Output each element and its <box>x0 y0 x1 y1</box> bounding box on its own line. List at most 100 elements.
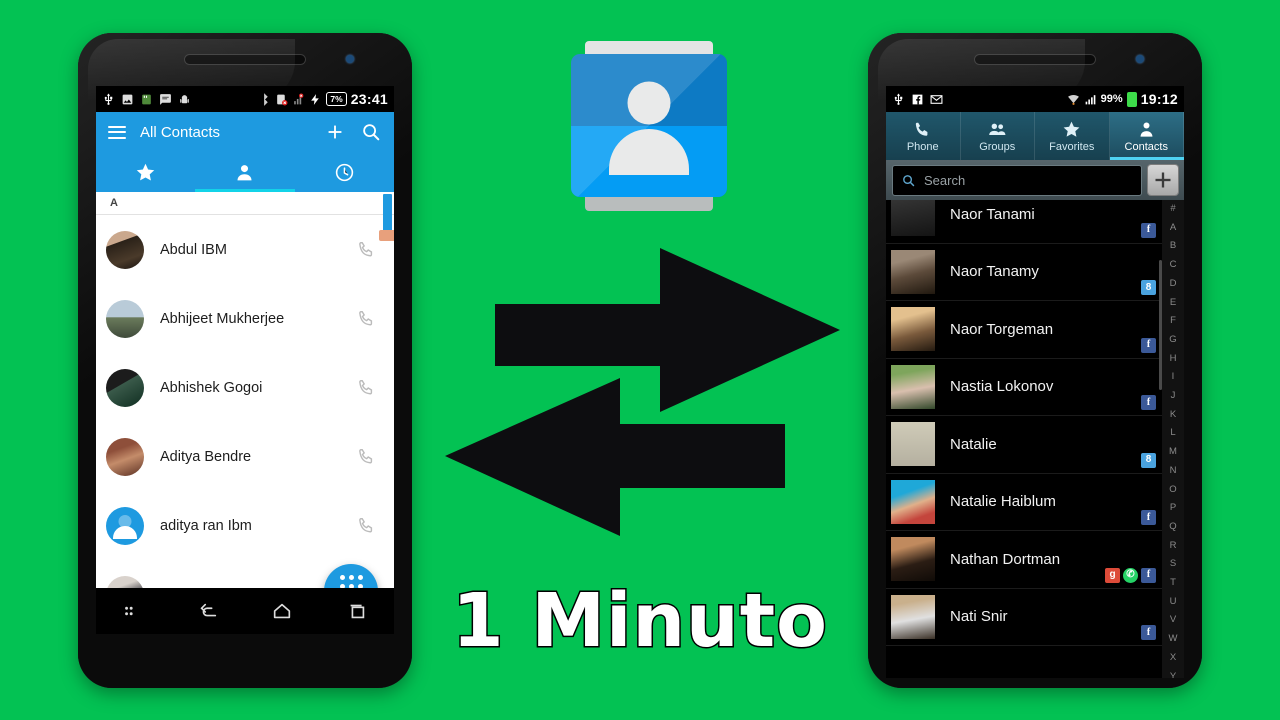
tab-favorites[interactable] <box>96 152 195 192</box>
search-icon[interactable] <box>360 121 382 143</box>
left-status-icons <box>102 93 191 106</box>
tab-contacts[interactable] <box>195 152 294 192</box>
facebook-icon <box>912 94 923 104</box>
alphabet-index-letter[interactable]: G <box>1169 335 1176 345</box>
add-contact-button[interactable] <box>1148 165 1178 195</box>
list-item[interactable]: Natalie 8 <box>886 416 1162 474</box>
account-badges: 8 <box>1141 280 1156 295</box>
list-item[interactable]: Nati Snir f <box>886 589 1162 646</box>
left-tab-bar <box>96 152 394 192</box>
groups-icon <box>988 123 1006 135</box>
alphabet-index-letter[interactable]: T <box>1170 578 1176 588</box>
right-status-bar: 99% 19:12 <box>886 86 1184 112</box>
list-item[interactable]: Nastia Lokonov f <box>886 359 1162 416</box>
tab-phone[interactable]: Phone <box>886 112 961 160</box>
alphabet-index-letter[interactable]: E <box>1170 298 1176 308</box>
alphabet-index-letter[interactable]: R <box>1170 541 1177 551</box>
tab-contacts[interactable]: Contacts <box>1109 112 1184 160</box>
right-tab-bar: Phone Groups Favorites Contacts <box>886 112 1184 160</box>
google-plus-badge-icon: 8 <box>1141 280 1156 295</box>
alphabet-index-letter[interactable]: # <box>1170 204 1175 214</box>
facebook-badge-icon: f <box>1141 395 1156 410</box>
account-badges: f <box>1141 395 1156 410</box>
default-avatar-icon <box>106 507 144 545</box>
alphabet-index-letter[interactable]: N <box>1170 466 1177 476</box>
facebook-badge-icon: f <box>1141 625 1156 640</box>
left-contact-list[interactable]: A Abdul IBM Abhijeet Mukherjee Abhishek … <box>96 192 394 634</box>
avatar <box>106 437 144 476</box>
list-item[interactable]: Aditya Bendre <box>96 422 394 491</box>
alphabet-index-letter[interactable]: M <box>1169 447 1177 457</box>
tab-favorites[interactable]: Favorites <box>1035 112 1110 160</box>
menu-icon[interactable] <box>122 600 144 622</box>
right-contact-list[interactable]: Naor Tanami f Naor Tanamy 8 Naor Torgema… <box>886 200 1184 678</box>
earpiece-speaker <box>185 55 305 64</box>
alphabet-index-letter[interactable]: F <box>1170 316 1176 326</box>
list-item[interactable]: Abhijeet Mukherjee <box>96 284 394 353</box>
alphabet-index-letter[interactable]: K <box>1170 410 1176 420</box>
alphabet-index-letter[interactable]: Y <box>1170 672 1176 678</box>
contact-name: Natalie Haiblum <box>950 493 1056 511</box>
alphabet-index-letter[interactable]: H <box>1170 354 1177 364</box>
list-item[interactable]: Naor Tanami f <box>886 200 1162 244</box>
signal-icon <box>1085 94 1096 104</box>
page-title: All Contacts <box>140 123 221 141</box>
list-item[interactable]: Natalie Haiblum f <box>886 474 1162 531</box>
call-icon[interactable] <box>357 447 376 466</box>
alphabet-index-letter[interactable]: B <box>1170 241 1176 251</box>
call-icon[interactable] <box>357 516 376 535</box>
contact-name: Naor Torgeman <box>950 320 1054 338</box>
avatar <box>891 307 935 352</box>
alphabet-index-letter[interactable]: A <box>1170 223 1176 233</box>
plus-icon[interactable] <box>324 121 346 143</box>
logo-shadow <box>571 54 727 197</box>
alphabet-index-letter[interactable]: S <box>1170 559 1176 569</box>
alphabet-index-letter[interactable]: P <box>1170 503 1176 513</box>
list-item[interactable]: Abdul IBM <box>96 215 394 284</box>
tab-groups[interactable]: Groups <box>961 112 1035 160</box>
alphabet-index-letter[interactable]: V <box>1170 615 1176 625</box>
call-icon[interactable] <box>357 309 376 328</box>
message-icon <box>160 93 171 105</box>
avatar <box>106 506 144 545</box>
contact-name: Nati Snir <box>950 608 1008 626</box>
call-icon[interactable] <box>357 378 376 397</box>
right-search-row: Search <box>886 160 1184 200</box>
account-badges: g ✆ f <box>1105 567 1156 583</box>
list-item[interactable]: Naor Torgeman f <box>886 301 1162 359</box>
alphabet-index[interactable]: #ABCDEFGHIJKLMNOPQRSTUVWXYZ <box>1162 200 1184 678</box>
list-item[interactable]: Naor Tanamy 8 <box>886 244 1162 301</box>
alphabet-index-letter[interactable]: X <box>1170 653 1176 663</box>
home-icon[interactable] <box>271 600 293 622</box>
left-nav-bar <box>96 588 394 634</box>
list-item[interactable]: Abhishek Gogoi <box>96 353 394 422</box>
search-input[interactable]: Search <box>892 164 1142 196</box>
alphabet-index-letter[interactable]: C <box>1170 260 1177 270</box>
list-item[interactable]: aditya ran Ibm <box>96 491 394 560</box>
recents-icon[interactable] <box>346 600 368 622</box>
tab-label: Groups <box>979 140 1016 153</box>
back-icon[interactable] <box>197 600 219 622</box>
account-badges: 8 <box>1141 452 1156 468</box>
plus-icon <box>1155 172 1171 188</box>
alphabet-index-letter[interactable]: L <box>1170 428 1175 438</box>
contact-name: aditya ran Ibm <box>160 517 252 534</box>
alphabet-index-letter[interactable]: U <box>1170 597 1177 607</box>
alphabet-index-letter[interactable]: W <box>1169 634 1178 644</box>
hamburger-icon[interactable] <box>108 125 126 139</box>
list-item[interactable]: Nathan Dortman g ✆ f <box>886 531 1162 589</box>
alphabet-index-letter[interactable]: D <box>1170 279 1177 289</box>
account-badges: f <box>1141 222 1156 238</box>
alphabet-index-letter[interactable]: O <box>1169 485 1176 495</box>
tab-label: Contacts <box>1124 140 1168 153</box>
tab-recents[interactable] <box>295 152 394 192</box>
alphabet-index-letter[interactable]: J <box>1171 391 1176 401</box>
account-badges: f <box>1141 510 1156 525</box>
alphabet-index-letter[interactable]: Q <box>1169 522 1176 532</box>
front-camera <box>346 55 354 63</box>
avatar <box>106 230 144 269</box>
avatar <box>891 200 935 237</box>
contact-name: Nastia Lokonov <box>950 378 1054 396</box>
alphabet-index-letter[interactable]: I <box>1172 372 1175 382</box>
call-icon[interactable] <box>357 240 376 259</box>
